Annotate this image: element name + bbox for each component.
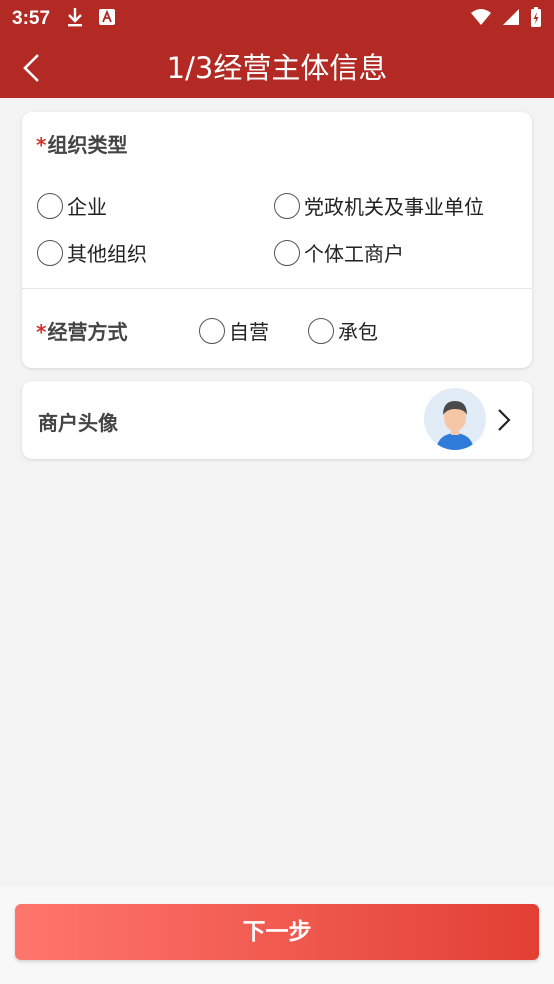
battery-charging-icon <box>530 6 542 32</box>
wifi-icon <box>470 8 492 30</box>
org-type-label-text: 组织类型 <box>47 133 128 157</box>
chevron-right-icon <box>494 405 514 435</box>
next-step-button[interactable]: 下一步 <box>15 904 539 960</box>
radio-label: 企业 <box>67 195 107 219</box>
radio-circle <box>37 239 63 266</box>
signal-icon <box>502 8 520 30</box>
divider <box>22 288 532 289</box>
nav-bar: 1/3经营主体信息 <box>0 38 554 98</box>
merchant-avatar-row[interactable]: 商户头像 <box>22 381 532 459</box>
page-title: 1/3经营主体信息 <box>166 51 388 85</box>
required-mark: * <box>36 320 47 344</box>
radio-label: 其他组织 <box>67 242 147 266</box>
radio-mode-self[interactable]: 自营 <box>199 316 269 345</box>
radio-label: 承包 <box>338 320 378 344</box>
status-time: 3:57 <box>12 8 51 29</box>
radio-label: 自营 <box>229 320 269 344</box>
radio-circle <box>37 192 63 219</box>
radio-org-enterprise[interactable]: 企业 <box>37 191 107 220</box>
user-avatar-icon[interactable] <box>424 388 486 450</box>
radio-circle <box>274 192 300 219</box>
radio-org-other[interactable]: 其他组织 <box>37 238 147 267</box>
radio-circle <box>274 239 300 266</box>
download-icon <box>66 6 84 32</box>
org-type-label: *组织类型 <box>36 129 127 158</box>
radio-label: 个体工商户 <box>304 242 404 266</box>
merchant-avatar-label: 商户头像 <box>38 411 118 435</box>
entity-info-card: *组织类型 企业 党政机关及事业单位 其他组织 个体工商户 *经营方式 自营 承… <box>22 112 532 368</box>
radio-label: 党政机关及事业单位 <box>304 195 484 219</box>
radio-mode-contract[interactable]: 承包 <box>308 316 378 345</box>
status-bar: 3:57 <box>0 0 554 38</box>
business-mode-label: *经营方式 <box>36 316 127 345</box>
text-notification-icon <box>98 8 116 30</box>
radio-circle <box>199 317 225 344</box>
radio-org-government[interactable]: 党政机关及事业单位 <box>274 191 484 220</box>
radio-circle <box>308 317 334 344</box>
bottom-bar: 下一步 <box>0 886 554 984</box>
business-mode-label-text: 经营方式 <box>47 320 128 344</box>
radio-org-individual[interactable]: 个体工商户 <box>274 238 404 267</box>
required-mark: * <box>36 133 47 157</box>
